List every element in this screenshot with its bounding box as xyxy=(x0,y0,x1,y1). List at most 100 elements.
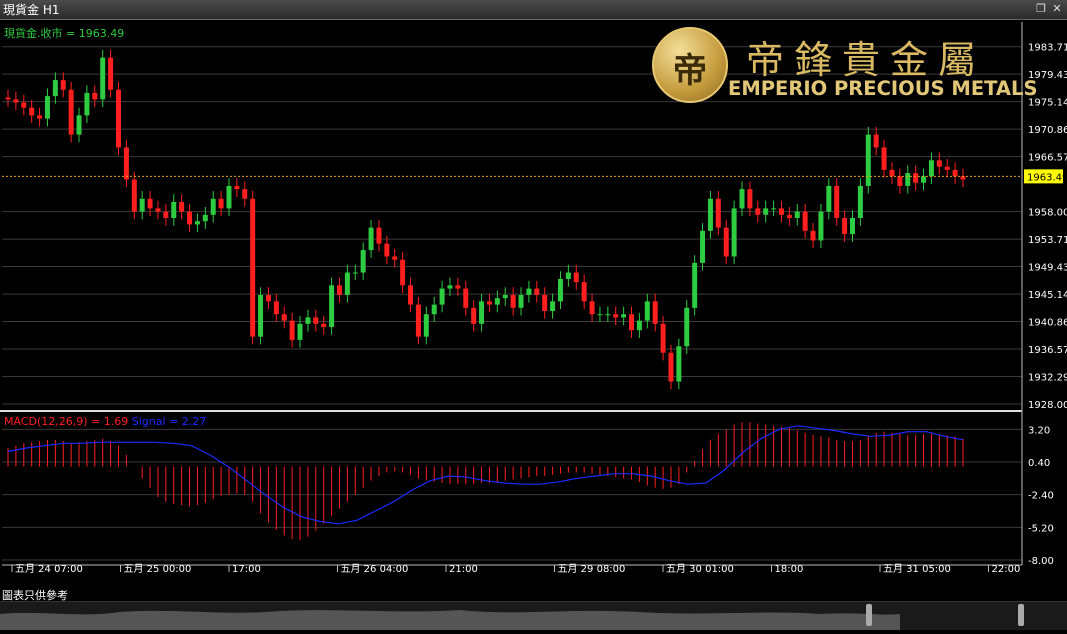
candle-body xyxy=(447,285,453,289)
candle-body xyxy=(147,198,153,209)
candle-body xyxy=(187,211,193,225)
candle-body xyxy=(542,294,548,311)
candle-body xyxy=(376,227,382,244)
candle-body xyxy=(344,272,350,295)
signal-line xyxy=(7,425,964,525)
candle-body xyxy=(534,288,540,295)
price-legend: 現貨金.收市 = 1963.49 xyxy=(4,26,124,40)
price-tick-label: 1983.71 xyxy=(1028,43,1067,54)
candle-body xyxy=(44,96,50,119)
candle-body xyxy=(842,218,848,235)
navigator-preview[interactable] xyxy=(0,602,1067,630)
macd-tick-label: -2.40 xyxy=(1028,491,1054,502)
candle-body xyxy=(676,346,682,382)
candle-body xyxy=(226,185,232,209)
candle-body xyxy=(115,89,121,148)
price-tick-label: 1928.00 xyxy=(1028,400,1067,411)
candle-body xyxy=(605,314,611,316)
candle-body xyxy=(218,198,224,209)
candle-body xyxy=(423,314,429,337)
x-tick-label: 五月 29 08:00 xyxy=(558,563,626,575)
candle-body xyxy=(684,307,690,347)
x-tick-label: 五月 26 04:00 xyxy=(341,563,409,575)
x-tick-label: 五月 24 07:00 xyxy=(15,563,83,575)
candle-body xyxy=(613,314,619,318)
macd-tick-label: 3.20 xyxy=(1028,425,1050,436)
close-icon[interactable]: ✕ xyxy=(1050,2,1064,16)
candle-body xyxy=(865,134,871,186)
candle-body xyxy=(92,92,98,100)
candle-body xyxy=(202,214,208,222)
candle-body xyxy=(29,107,35,116)
candle-body xyxy=(502,294,508,299)
candle-body xyxy=(518,294,524,308)
candle-body xyxy=(794,211,800,218)
price-tick-label: 1932.29 xyxy=(1028,372,1067,383)
candle-body xyxy=(234,185,240,190)
candle-body xyxy=(131,179,137,212)
candle-body xyxy=(723,227,729,257)
candle-body xyxy=(384,243,390,257)
candle-body xyxy=(360,250,366,273)
candle-body xyxy=(629,314,635,331)
candle-body xyxy=(289,320,295,340)
candle-body xyxy=(408,285,414,305)
price-tick-label: 1966.57 xyxy=(1028,153,1067,164)
macd-tick-label: 0.40 xyxy=(1028,458,1050,469)
candle-body xyxy=(565,272,571,279)
candle-body xyxy=(13,99,19,103)
candle-body xyxy=(810,230,816,241)
candle-body xyxy=(550,301,556,311)
candle-body xyxy=(100,57,106,100)
candle-body xyxy=(715,198,721,228)
price-tick-label: 1958.00 xyxy=(1028,208,1067,219)
candle-body xyxy=(415,304,421,337)
candle-body xyxy=(368,227,374,251)
candle-body xyxy=(826,185,832,212)
candle-body xyxy=(84,92,90,116)
price-tick-label: 1953.71 xyxy=(1028,235,1067,246)
candle-body xyxy=(76,115,82,135)
candle-body xyxy=(731,208,737,257)
candle-body xyxy=(68,89,74,135)
candle-body xyxy=(802,211,808,231)
candle-body xyxy=(336,285,342,295)
candle-body xyxy=(494,298,500,305)
restore-icon[interactable]: ❐ xyxy=(1034,2,1048,16)
candle-body xyxy=(179,201,185,212)
candle-body xyxy=(763,208,769,215)
candle-body xyxy=(739,189,745,209)
window-title: 現貨金 H1 xyxy=(3,3,60,17)
candle-body xyxy=(321,323,327,328)
candle-body xyxy=(905,173,911,186)
candle-body xyxy=(573,272,579,283)
candle-body xyxy=(707,198,713,231)
candle-body xyxy=(834,185,840,218)
price-chart[interactable]: 1983.711979.431975.141970.861966.571958.… xyxy=(0,20,1067,600)
candle-body xyxy=(857,185,863,218)
candle-body xyxy=(621,314,627,318)
candle-body xyxy=(313,317,319,324)
candle-body xyxy=(281,314,287,321)
candle-body xyxy=(597,314,603,316)
navigator-right-handle[interactable] xyxy=(1018,604,1024,626)
candle-body xyxy=(557,278,563,302)
price-tick-label: 1970.86 xyxy=(1028,125,1067,136)
candle-body xyxy=(936,160,942,167)
candle-body xyxy=(37,115,43,119)
candle-body xyxy=(913,173,919,183)
candle-body xyxy=(644,301,650,321)
navigator-left-handle[interactable] xyxy=(866,604,872,626)
candle-body xyxy=(921,176,927,183)
price-tick-label: 1945.14 xyxy=(1028,290,1067,301)
candle-body xyxy=(850,218,856,235)
macd-tick-label: -5.20 xyxy=(1028,523,1054,534)
candle-body xyxy=(668,352,674,382)
macd-tick-label: -8.00 xyxy=(1028,556,1054,567)
brand-chinese: 帝鋒貴金屬 xyxy=(746,38,987,82)
candle-body xyxy=(526,288,532,295)
candle-body xyxy=(818,211,824,241)
candle-body xyxy=(305,317,311,324)
candle-body xyxy=(52,80,58,97)
navigator-scrollbar[interactable] xyxy=(0,601,1067,630)
